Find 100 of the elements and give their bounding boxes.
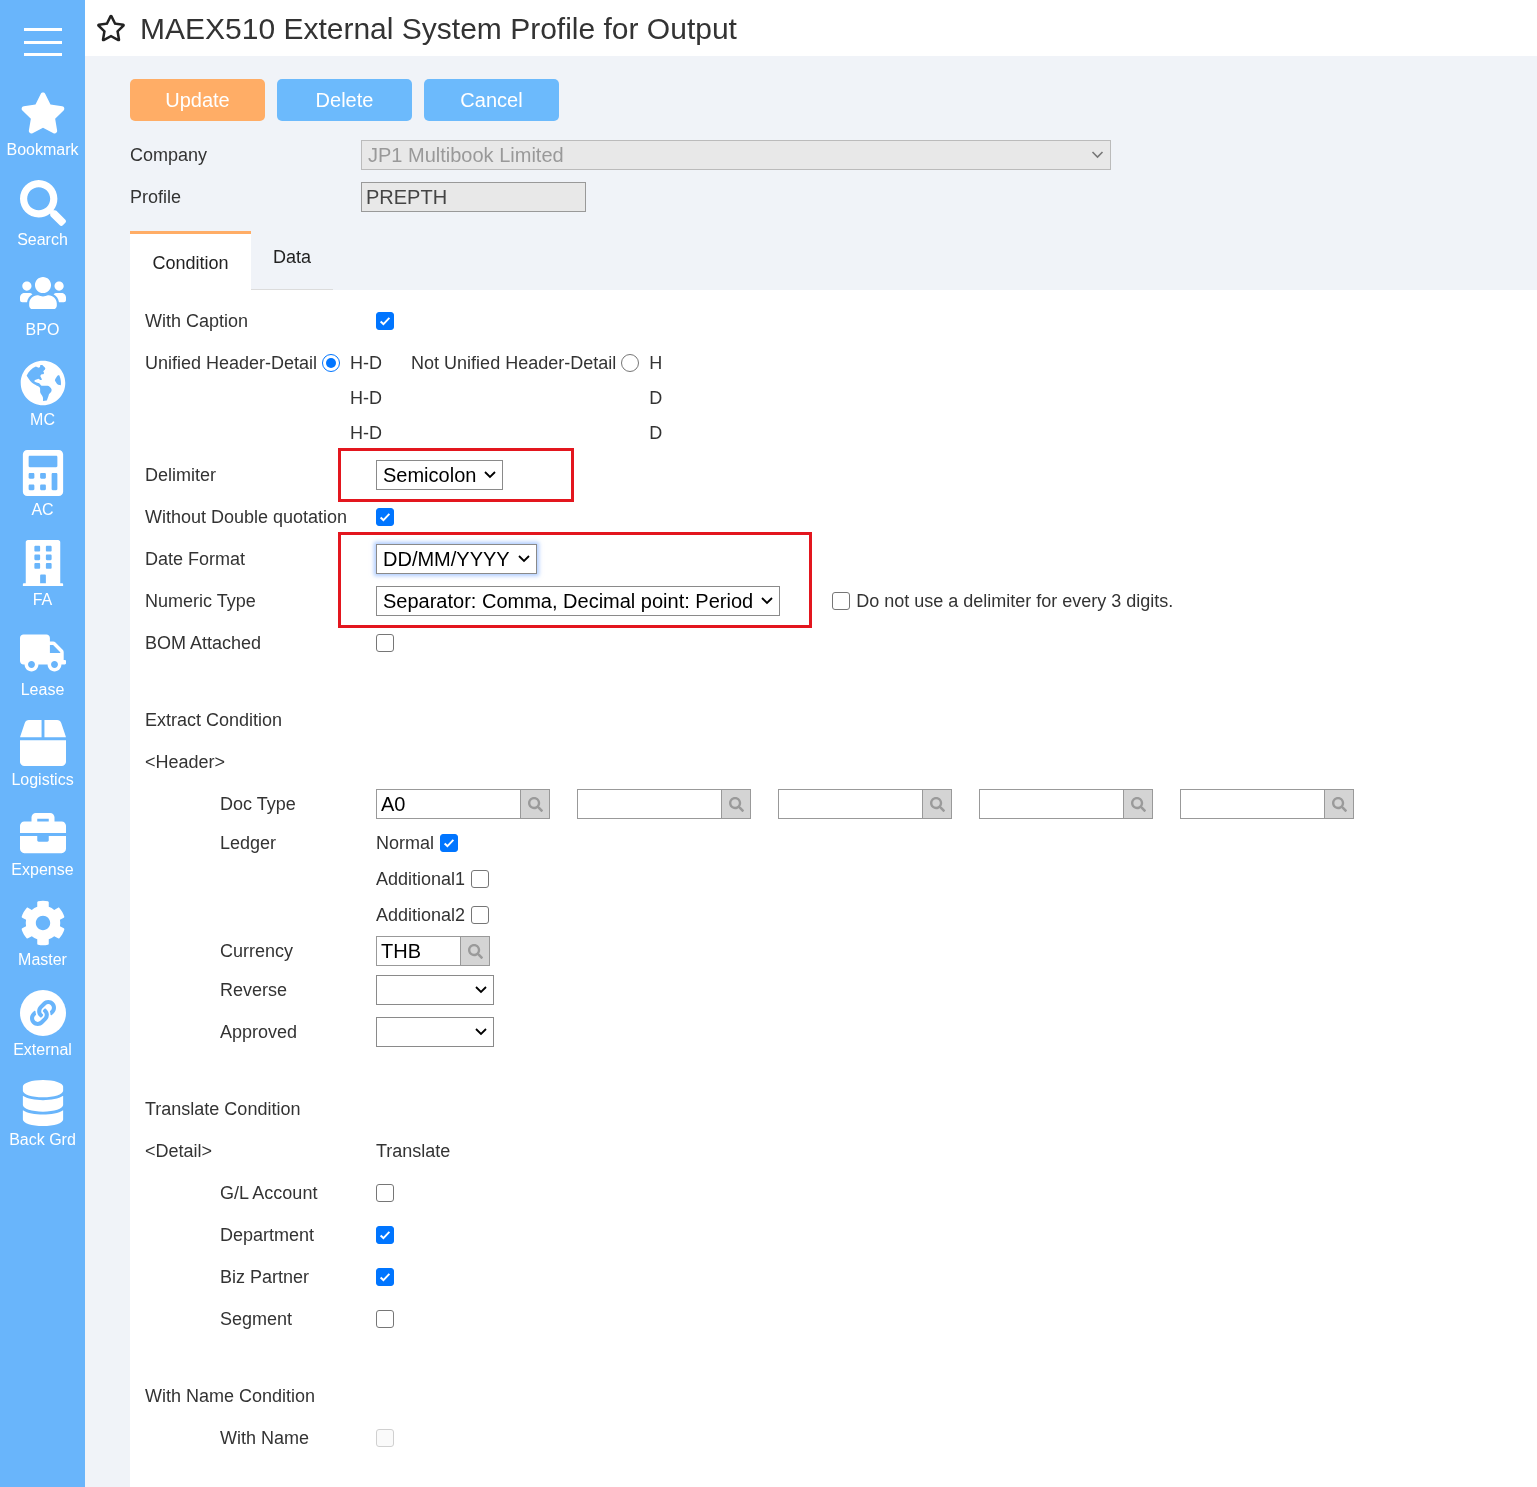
chevron-icon: [517, 555, 530, 563]
checkbox[interactable]: [832, 592, 851, 610]
chevron-icon: [475, 986, 487, 994]
menu-icon[interactable]: [23, 27, 62, 57]
field-label: Ledger: [220, 831, 278, 855]
briefcase-icon: [19, 810, 66, 856]
profile-field[interactable]: PREPTH: [361, 182, 586, 212]
checkbox[interactable]: [440, 834, 458, 852]
toolbar-button[interactable]: Delete: [277, 79, 412, 121]
sidebar-item[interactable]: Bookmark: [0, 81, 85, 171]
checkbox[interactable]: [376, 312, 394, 330]
field-label: Segment: [220, 1307, 294, 1331]
sidebar-item[interactable]: FA: [0, 531, 85, 621]
field-label: Biz Partner: [220, 1265, 311, 1289]
sidebar-item[interactable]: Search: [0, 171, 85, 261]
field-label: BOM Attached: [145, 631, 263, 655]
section-title: Translate Condition: [145, 1097, 301, 1121]
sidebar-item[interactable]: External: [0, 981, 85, 1071]
field-label: Company: [130, 143, 209, 167]
dropdown[interactable]: Separator: Comma, Decimal point: Period: [376, 586, 781, 616]
link-icon: [19, 990, 66, 1036]
lookup-field[interactable]: [979, 789, 1124, 819]
sidebar-item[interactable]: Lease: [0, 621, 85, 711]
option-text: H-D: [350, 421, 383, 445]
check-icon: [378, 1228, 392, 1242]
search-button[interactable]: [1124, 789, 1153, 819]
search-button[interactable]: [722, 789, 751, 819]
option-text: D: [649, 421, 663, 445]
field-label: Without Double quotation: [145, 505, 349, 529]
checkbox[interactable]: [376, 634, 394, 652]
globe-icon: [19, 360, 66, 406]
box-icon: [19, 720, 66, 766]
section-title: Extract Condition: [145, 708, 283, 732]
field-label: Department: [220, 1223, 316, 1247]
checkbox[interactable]: [376, 508, 394, 526]
check-icon: [378, 314, 392, 328]
checkbox[interactable]: [376, 1184, 394, 1202]
field-label: Approved: [220, 1020, 299, 1044]
dropdown[interactable]: [376, 975, 494, 1005]
sidebar-item[interactable]: AC: [0, 441, 85, 531]
search-button[interactable]: [1325, 789, 1354, 819]
tab[interactable]: Condition: [130, 231, 251, 290]
toolbar-button[interactable]: Update: [130, 79, 265, 121]
page-title: MAEX510 External System Profile for Output: [140, 10, 737, 47]
checkbox-label: Do not use a delimiter for every 3 digits.: [856, 589, 1174, 613]
search-icon: [467, 943, 483, 959]
field-label: Profile: [130, 185, 183, 209]
field-label: Currency: [220, 939, 295, 963]
field-label: G/L Account: [220, 1181, 319, 1205]
dropdown[interactable]: Semicolon: [376, 460, 504, 490]
company-dropdown[interactable]: JP1 Multibook Limited: [361, 140, 1111, 170]
search-button[interactable]: [923, 789, 952, 819]
search-button[interactable]: [521, 789, 550, 819]
option-text: H-D: [350, 386, 383, 410]
column-heading: Translate: [376, 1139, 451, 1163]
dropdown[interactable]: [376, 1017, 494, 1047]
sidebar-item[interactable]: Master: [0, 891, 85, 981]
field-label: Doc Type: [220, 792, 297, 816]
sidebar-item[interactable]: Back Grd: [0, 1071, 85, 1161]
lookup-field[interactable]: [778, 789, 923, 819]
checkbox[interactable]: [471, 870, 490, 888]
field-label: Date Format: [145, 547, 246, 571]
checkbox[interactable]: [376, 1226, 394, 1244]
section-title: With Name Condition: [145, 1384, 316, 1408]
checkbox[interactable]: [376, 1268, 394, 1286]
toolbar-button[interactable]: Cancel: [424, 79, 559, 121]
search-icon: [1331, 796, 1347, 812]
star-icon[interactable]: [96, 13, 126, 43]
radio-label: Unified Header-Detail: [145, 351, 318, 375]
field-label: Delimiter: [145, 463, 216, 487]
field-label: <Detail>: [145, 1139, 214, 1163]
radio-label: Not Unified Header-Detail: [411, 351, 617, 375]
sidebar-item[interactable]: Logistics: [0, 711, 85, 801]
checkbox-label: Additional2: [376, 903, 466, 927]
gear-icon: [19, 900, 66, 946]
chevron-icon: [475, 1028, 487, 1036]
checkbox-label: Additional1: [376, 867, 466, 891]
lookup-field[interactable]: THB: [376, 936, 461, 966]
lookup-field[interactable]: [1180, 789, 1325, 819]
sidebar-item[interactable]: BPO: [0, 261, 85, 351]
checkbox[interactable]: [376, 1310, 394, 1328]
search-icon: [19, 180, 66, 226]
option-text: D: [649, 386, 663, 410]
sidebar-item[interactable]: MC: [0, 351, 85, 441]
chevron-icon: [1091, 151, 1104, 159]
section-title: <Header>: [145, 750, 226, 774]
chevron-icon: [761, 597, 774, 605]
checkbox[interactable]: [471, 906, 490, 924]
dropdown[interactable]: DD/MM/YYYY: [376, 544, 537, 574]
star-icon: [19, 90, 66, 136]
field-label: Numeric Type: [145, 589, 256, 613]
search-icon: [929, 796, 945, 812]
option-text: H-D: [350, 351, 383, 375]
lookup-field[interactable]: A0: [376, 789, 521, 819]
search-button[interactable]: [461, 936, 490, 966]
sidebar-item[interactable]: Expense: [0, 801, 85, 891]
lookup-field[interactable]: [577, 789, 722, 819]
search-icon: [1130, 796, 1146, 812]
check-icon: [442, 836, 456, 850]
field-label: With Caption: [145, 309, 250, 333]
